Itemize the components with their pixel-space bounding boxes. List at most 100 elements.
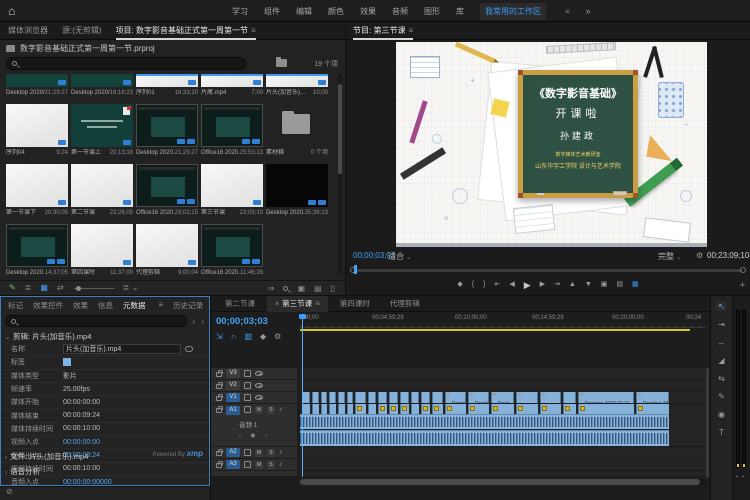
track-header-v1[interactable]: V1	[211, 392, 297, 403]
playback-resolution-select[interactable]: 完整 ⌄	[658, 251, 681, 262]
mic-icon[interactable]: ♪	[279, 461, 283, 469]
label-color-swatch[interactable]	[63, 358, 71, 366]
project-item[interactable]: Desktop 2020.02...35;38;13	[266, 164, 328, 217]
timeline-clip[interactable]	[312, 392, 319, 403]
timeline-clip[interactable]	[389, 392, 398, 403]
panel-menu-icon[interactable]: ≡	[315, 299, 320, 308]
timeline-clip[interactable]	[347, 392, 353, 403]
project-item[interactable]: 序列049;24	[6, 104, 68, 157]
speech-section-header[interactable]: ›语音分析	[5, 466, 40, 477]
play-icon[interactable]: ▶	[524, 280, 531, 290]
icon-view-icon[interactable]: ▦	[40, 283, 48, 293]
timeline-clip[interactable]	[563, 392, 576, 403]
automate-to-sequence-icon[interactable]: ⇒	[268, 284, 275, 293]
timeline-clip[interactable]: Deskt	[468, 392, 489, 403]
project-search-input[interactable]	[6, 57, 246, 70]
workspace-menu-item[interactable]: 学习	[232, 6, 248, 17]
sequence-tab[interactable]: 代理剪辑	[382, 296, 428, 312]
track-header-v3[interactable]: V3	[211, 368, 297, 379]
workspace-menu-item[interactable]: 库	[456, 6, 464, 17]
overflow-icon[interactable]: »	[586, 6, 591, 16]
project-item[interactable]: 第二节课23;26;05	[71, 164, 133, 217]
lock-icon[interactable]	[216, 396, 222, 401]
project-item[interactable]: 第一节课上20;13;18	[71, 104, 133, 157]
audio-clip[interactable]	[355, 404, 366, 414]
insert-overwrite-sequence-icon[interactable]: ⇲	[216, 332, 223, 341]
sequence-tab[interactable]: ×第三节课≡	[267, 296, 328, 312]
export-frame-icon[interactable]: ▣	[601, 280, 608, 290]
audio-clip[interactable]	[468, 404, 489, 414]
track-badge[interactable]: A2	[226, 448, 240, 457]
zoom-level-select[interactable]: 适合 ⌄	[388, 251, 411, 262]
timeline-settings-icon[interactable]: ⚙	[274, 332, 281, 341]
slip-tool[interactable]: ⇆	[718, 374, 725, 383]
add-marker-icon[interactable]: ◆	[457, 280, 462, 290]
workspace-menu-item[interactable]: 编辑	[296, 6, 312, 17]
next-icon[interactable]: ›	[201, 317, 204, 326]
track-lane-v1[interactable]: DesktDesktDeskDesktop 2020.02.21 - 22.06…	[300, 392, 706, 403]
track-select-forward-tool[interactable]: ⇥	[718, 320, 725, 329]
hand-tool[interactable]: ◉	[718, 410, 725, 419]
audio-clip[interactable]	[563, 404, 576, 414]
bin-navigation-icon[interactable]	[276, 59, 287, 67]
track-lane-a1[interactable]	[300, 404, 706, 446]
workspace-menu-item-active[interactable]: 我常用的工作区	[480, 3, 546, 20]
program-playhead[interactable]	[354, 265, 357, 274]
pen-tool[interactable]: ✎	[718, 392, 725, 401]
mic-icon[interactable]: ♪	[279, 406, 283, 414]
shuffle-icon[interactable]: ⇄	[57, 283, 64, 293]
mark-out-icon[interactable]: }	[483, 280, 485, 290]
track-header-a2[interactable]: A2MS♪	[211, 447, 297, 458]
button-editor-icon[interactable]: +	[740, 280, 745, 290]
sort-icon[interactable]: ≣ ⌄	[123, 283, 139, 293]
track-lane-a3[interactable]	[300, 459, 706, 470]
prev-icon[interactable]: ‹	[192, 317, 195, 326]
tab-panel[interactable]: 标记	[8, 300, 23, 312]
audio-clip[interactable]	[491, 404, 514, 414]
source-patch-icon[interactable]	[244, 406, 251, 413]
timeline-clip[interactable]	[411, 392, 419, 403]
timeline-ruler[interactable]: ;00;0000;04;59;2900;10;00;0000;14;59;290…	[300, 314, 706, 328]
tab-project[interactable]: 项目: 数字影音基础正式第一周第一节≡	[116, 22, 256, 40]
close-icon[interactable]: ×	[275, 301, 279, 308]
lift-icon[interactable]: ▲	[569, 280, 576, 290]
timeline-clip[interactable]	[378, 392, 387, 403]
audio-clip[interactable]	[389, 404, 398, 414]
project-item[interactable]: Office16 2020.02...11;46;28	[201, 224, 263, 277]
lock-icon[interactable]	[216, 384, 222, 389]
sequence-tab[interactable]: 第二节课	[217, 296, 263, 312]
timeline-vscrollbar[interactable]	[706, 368, 709, 478]
timeline-clip[interactable]	[302, 392, 310, 403]
lock-icon[interactable]	[216, 372, 222, 377]
audio-clip[interactable]	[347, 404, 353, 414]
lock-icon[interactable]	[216, 451, 222, 456]
project-item[interactable]: 素材箱0 个项	[266, 104, 328, 157]
project-item[interactable]: Desktop 2020.02...14;37;05	[6, 224, 68, 277]
track-header-a3[interactable]: A3MS♪	[211, 459, 297, 470]
audio-clip[interactable]	[516, 404, 538, 414]
track-visibility-icon[interactable]	[255, 383, 263, 388]
list-view-icon[interactable]: ≣	[25, 283, 32, 293]
project-item[interactable]: Desktop 2020/02...21;29;27	[6, 74, 68, 97]
workspace-menu-item[interactable]: 颜色	[328, 6, 344, 17]
track-badge[interactable]: A3	[226, 460, 240, 469]
audio-clip[interactable]	[636, 404, 669, 414]
track-header-v2[interactable]: V2	[211, 380, 297, 391]
find-icon[interactable]	[283, 286, 288, 291]
monitor-settings-icon[interactable]: ⚙	[696, 251, 703, 260]
new-item-icon[interactable]: ▤	[314, 284, 322, 293]
tab-metadata[interactable]: 元数据	[123, 300, 146, 312]
step-forward-icon[interactable]: ▶	[540, 280, 545, 290]
timeline-clip[interactable]	[400, 392, 409, 403]
timeline-clip[interactable]: Deskt	[445, 392, 466, 403]
track-badge[interactable]: V2	[226, 381, 240, 390]
mute-icon[interactable]: M	[255, 449, 263, 457]
project-item[interactable]: Office16 2020.02...25;53;13	[201, 104, 263, 157]
track-visibility-icon[interactable]	[255, 395, 263, 400]
audio-clip[interactable]	[411, 404, 419, 414]
scrub-handle-right[interactable]	[740, 267, 746, 273]
timeline-hscrollbar[interactable]	[300, 479, 706, 485]
project-item[interactable]: Office16 2020.02...29;02;15	[136, 164, 198, 217]
track-visibility-icon[interactable]	[255, 371, 263, 376]
workspace-menu-icon[interactable]: ≡	[565, 7, 570, 16]
